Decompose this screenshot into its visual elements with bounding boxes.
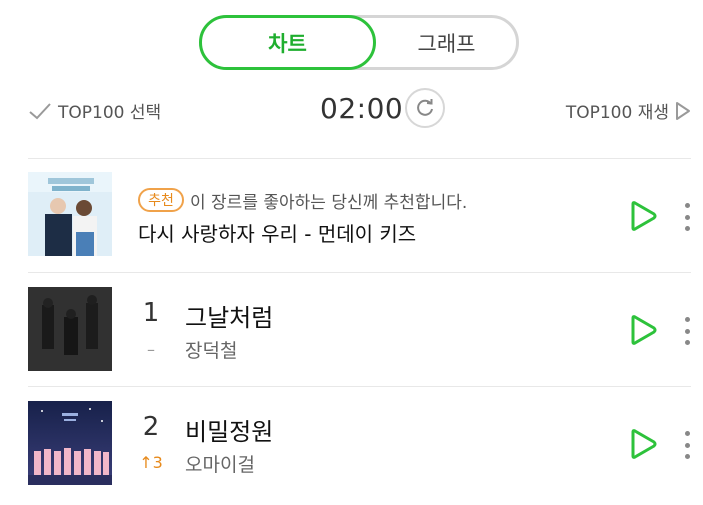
- refresh-button[interactable]: [405, 88, 445, 128]
- divider: [28, 272, 691, 273]
- divider: [28, 158, 691, 159]
- play-icon[interactable]: [628, 200, 658, 232]
- rank-number: 1: [142, 298, 160, 328]
- rank-change: –: [147, 340, 155, 359]
- play-icon[interactable]: [628, 428, 658, 460]
- divider: [28, 386, 691, 387]
- refresh-timer: 02:00: [320, 92, 404, 125]
- rank-change: ↑3: [139, 453, 163, 472]
- recommend-text: 이 장르를 좋아하는 당신께 추천합니다.: [190, 193, 468, 213]
- album-cover[interactable]: [28, 287, 112, 371]
- top100-play-button[interactable]: TOP100 재생: [566, 98, 691, 123]
- more-icon[interactable]: [682, 431, 692, 459]
- top100-select-label: TOP100 선택: [58, 103, 162, 123]
- tab-chart[interactable]: 차트: [199, 15, 376, 70]
- album-cover-recommended[interactable]: [28, 172, 112, 256]
- recommend-badge: 추천: [138, 188, 184, 212]
- song-title[interactable]: 비밀정원: [185, 412, 273, 447]
- chart-controls: TOP100 선택 02:00 TOP100 재생: [0, 88, 703, 134]
- album-cover[interactable]: [28, 401, 112, 485]
- top100-play-label: TOP100 재생: [565, 103, 669, 123]
- refresh-icon: [417, 99, 433, 116]
- rank-number: 2: [142, 412, 160, 442]
- recommended-song[interactable]: 다시 사랑하자 우리 - 먼데이 키즈: [138, 218, 416, 247]
- chart-view-toggle: 차트 그래프: [199, 15, 519, 70]
- check-icon: [29, 102, 51, 119]
- more-icon[interactable]: [682, 203, 692, 231]
- artist-name[interactable]: 장덕철: [185, 336, 237, 363]
- play-icon: [676, 101, 690, 120]
- more-icon[interactable]: [682, 317, 692, 345]
- tab-graph[interactable]: 그래프: [374, 15, 519, 70]
- play-icon[interactable]: [628, 314, 658, 346]
- song-title[interactable]: 그날처럼: [185, 298, 273, 333]
- artist-name[interactable]: 오마이걸: [185, 450, 255, 477]
- top100-select-button[interactable]: TOP100 선택: [28, 98, 161, 123]
